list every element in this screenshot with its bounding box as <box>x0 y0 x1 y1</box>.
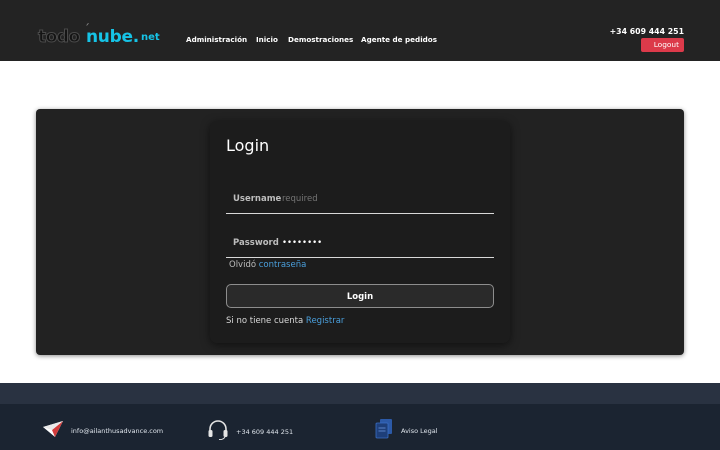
register-prefix: Si no tiene cuenta <box>226 316 304 326</box>
logo-net-text: net <box>141 32 160 43</box>
footer-legal[interactable]: Aviso Legal <box>401 426 438 436</box>
header-phone: +34 609 444 251 <box>609 27 684 36</box>
logout-button[interactable]: Logout <box>641 38 684 52</box>
password-input[interactable] <box>282 233 482 253</box>
documents-icon <box>375 419 392 439</box>
footer-email[interactable]: info@ailanthusadvance.com <box>71 426 163 436</box>
nav-inicio[interactable]: Inicio <box>256 34 278 46</box>
username-label: Username <box>233 194 282 204</box>
nav-agente-de-pedidos[interactable]: Agente de pedidos <box>361 34 437 46</box>
password-field: Password <box>226 227 494 258</box>
username-field: Username <box>226 183 494 214</box>
logo-todo-text: todo <box>38 27 81 48</box>
register-link[interactable]: Registrar <box>306 316 344 326</box>
footer-phone[interactable]: +34 609 444 251 <box>236 427 293 437</box>
login-button[interactable]: Login <box>226 284 494 308</box>
login-title: Login <box>226 136 270 155</box>
paper-plane-icon <box>43 421 63 437</box>
forgot-password: Olvidó contraseña <box>229 259 306 271</box>
forgot-password-link[interactable]: contraseña <box>259 260 307 270</box>
top-header: todo ˊ nube. net Administración Inicio D… <box>0 0 720 61</box>
password-label: Password <box>233 238 279 248</box>
forgot-prefix: Olvidó <box>229 260 257 270</box>
register-prompt: Si no tiene cuenta Registrar <box>226 315 344 327</box>
headset-icon <box>208 420 228 440</box>
footer: info@ailanthusadvance.com +34 609 444 25… <box>0 404 720 450</box>
nav-demostraciones[interactable]: Demostraciones <box>288 34 353 46</box>
nav-administracion[interactable]: Administración <box>186 34 247 46</box>
username-input[interactable] <box>282 189 482 209</box>
footer-strip <box>0 383 720 404</box>
login-card: Login Username Password Olvidó contraseñ… <box>210 121 510 343</box>
login-panel: Login Username Password Olvidó contraseñ… <box>36 109 684 355</box>
logo-nube-text: nube. <box>86 27 139 47</box>
